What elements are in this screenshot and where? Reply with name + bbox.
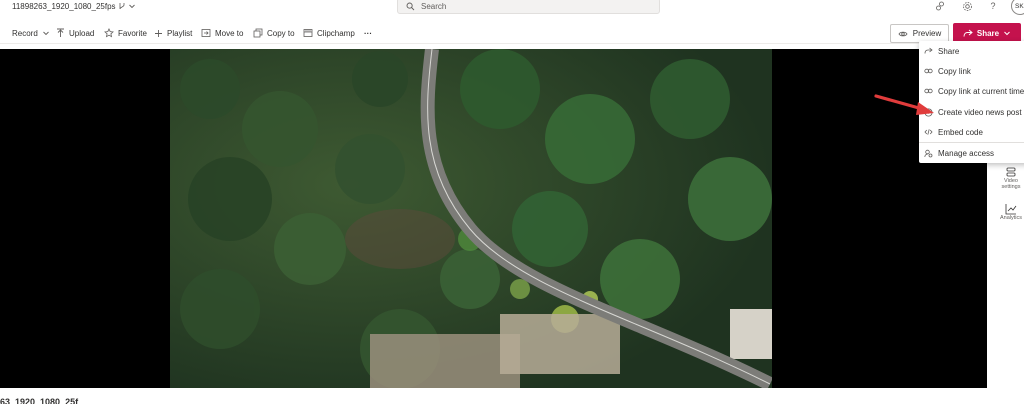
share-icon [963, 29, 973, 37]
menu-item-label: Copy link at current time [938, 86, 1024, 96]
move-to-button[interactable]: Move to [201, 26, 243, 40]
clipchamp-button[interactable]: Clipchamp [303, 26, 355, 40]
aerial-forest-road-image [170, 49, 772, 388]
preview-label: Preview [912, 29, 942, 38]
avatar[interactable]: SK [1011, 0, 1024, 15]
search-icon [406, 2, 415, 10]
star-icon [104, 28, 114, 38]
copy-to-button[interactable]: Copy to [253, 26, 295, 40]
clipchamp-label: Clipchamp [317, 28, 355, 38]
settings-sliders-icon [1006, 167, 1016, 177]
video-settings-button[interactable]: Video settings [998, 166, 1024, 190]
menu-divider [919, 142, 1024, 143]
menu-item-manage-access[interactable]: Manage access [919, 144, 1024, 162]
move-icon [201, 29, 211, 37]
menu-item-label: Copy link [938, 66, 971, 76]
menu-item-label: Embed code [938, 127, 983, 137]
video-title: 63_1920_1080_25f [0, 397, 79, 404]
eye-icon [898, 31, 908, 36]
code-icon [924, 129, 933, 135]
video-settings-label: Video settings [1001, 178, 1021, 190]
record-label: Record [12, 28, 38, 38]
copy-icon [253, 28, 263, 38]
share-button[interactable]: Share [953, 23, 1021, 43]
video-player[interactable] [0, 49, 987, 388]
manage-access-icon [924, 149, 933, 157]
analytics-button[interactable]: Analytics [998, 203, 1024, 221]
video-frame[interactable] [170, 49, 772, 388]
share-icon [924, 47, 933, 54]
menu-item-label: Share [938, 46, 960, 56]
menu-item-label: Create video news post [938, 107, 1022, 117]
gear-icon[interactable] [960, 0, 974, 12]
upload-icon [57, 28, 64, 37]
search-box[interactable] [397, 0, 660, 14]
branch-icon [119, 3, 124, 10]
menu-item-label: Manage access [938, 148, 995, 158]
chevron-down-icon [1004, 31, 1010, 36]
move-to-label: Move to [215, 28, 244, 38]
chevron-down-icon[interactable] [128, 2, 136, 10]
favorite-label: Favorite [118, 28, 147, 38]
menu-item-embed-code[interactable]: Embed code [919, 123, 1024, 141]
upload-label: Upload [69, 28, 95, 38]
analytics-icon [1005, 204, 1017, 215]
more-options-button[interactable]: ··· [364, 26, 372, 40]
menu-item-share[interactable]: Share [919, 42, 1024, 60]
more-icon: ··· [364, 28, 372, 38]
help-icon[interactable]: ? [986, 0, 1000, 12]
command-bar: Record Upload Favorite Playlist Move to … [0, 22, 1024, 44]
clipchamp-icon [303, 29, 313, 37]
file-name: 11898263_1920_1080_25fps [12, 1, 116, 11]
annotation-arrow-icon [874, 94, 934, 115]
avatar-initials: SK [1015, 2, 1024, 10]
chevron-down-icon [42, 31, 49, 36]
favorite-button[interactable]: Favorite [104, 26, 147, 40]
share-label: Share [976, 28, 1000, 38]
search-input[interactable] [421, 1, 641, 11]
top-bar: 11898263_1920_1080_25fps ? SK [0, 0, 1024, 18]
copy-to-label: Copy to [267, 28, 295, 38]
analytics-label: Analytics [999, 215, 1022, 221]
upload-button[interactable]: Upload [56, 26, 94, 40]
playlist-button[interactable]: Playlist [154, 26, 192, 40]
plus-icon [155, 29, 162, 37]
record-button[interactable]: Record [0, 26, 54, 40]
file-title[interactable]: 11898263_1920_1080_25fps [0, 0, 136, 12]
menu-item-copy-link[interactable]: Copy link [919, 62, 1024, 80]
link-icon [924, 68, 933, 74]
people-icon[interactable] [933, 0, 947, 12]
playlist-label: Playlist [167, 28, 193, 38]
